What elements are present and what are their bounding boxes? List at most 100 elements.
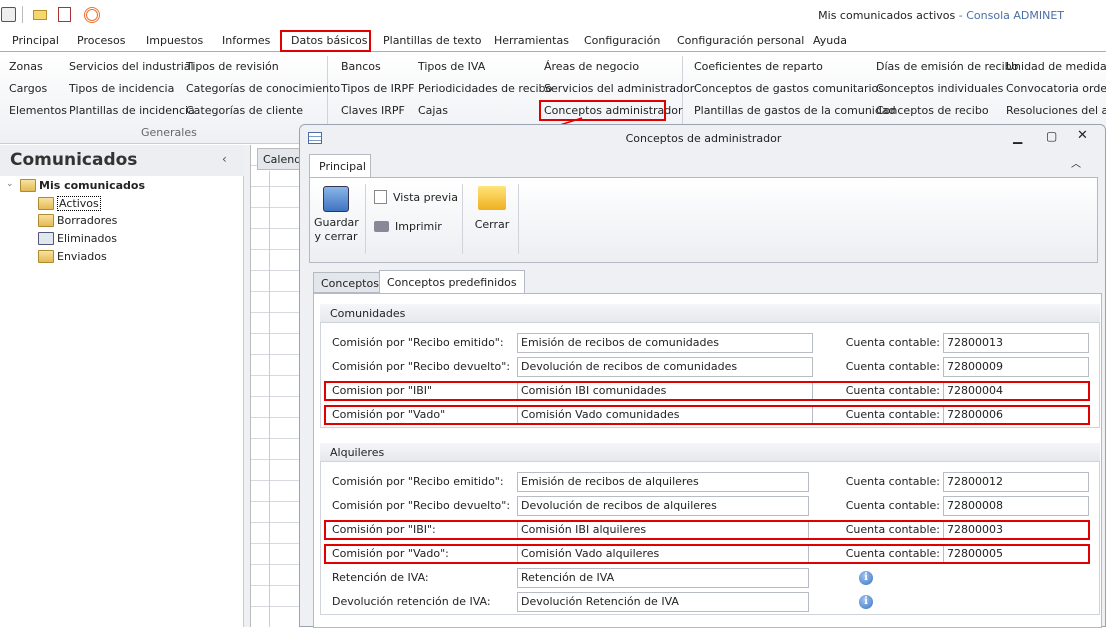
concept-input[interactable]: Emisión de recibos de alquileres	[517, 472, 809, 492]
printer-icon	[374, 221, 389, 232]
account-input[interactable]: 72800012	[943, 472, 1089, 492]
grid-column-line	[269, 171, 270, 627]
menu-ayuda[interactable]: Ayuda	[813, 33, 847, 49]
mail-folder-icon	[38, 197, 54, 210]
concept-input[interactable]: Emisión de recibos de comunidades	[517, 333, 813, 353]
concept-input[interactable]: Devolución Retención de IVA	[517, 592, 809, 612]
ribbon-item-col8-0[interactable]: Días de emisión de recibo	[876, 60, 1018, 73]
ribbon-item-col2-0[interactable]: Servicios del industrial	[69, 60, 194, 73]
ribbon-item-col2-1[interactable]: Tipos de incidencia	[69, 82, 174, 95]
ribbon-item-col6-1[interactable]: Servicios del administrador	[544, 82, 694, 95]
app-icon[interactable]	[1, 7, 16, 22]
preview-button[interactable]: Vista previa	[374, 190, 458, 204]
group-header-alquileres: Alquileres	[320, 443, 1100, 462]
collapse-icon[interactable]: ‹	[222, 152, 227, 166]
menu-configuracion[interactable]: Configuración	[584, 33, 660, 49]
ribbon-item-col3-1[interactable]: Categorías de conocimiento	[186, 82, 340, 95]
concept-input[interactable]: Devolución de recibos de comunidades	[517, 357, 813, 377]
ribbon-item-col9-1[interactable]: Convocatoria orden del día	[1006, 82, 1106, 95]
menu-herramientas[interactable]: Herramientas	[494, 33, 569, 49]
ribbon-item-col1-1[interactable]: Cargos	[9, 82, 47, 95]
close-dialog-button[interactable]: Cerrar	[470, 182, 514, 231]
ribbon-group-label: Generales	[141, 126, 197, 139]
tree-item-activos[interactable]: Activos	[38, 196, 101, 211]
ribbon-item-col1-2[interactable]: Elementos	[9, 104, 67, 117]
ribbon-item-col4-2[interactable]: Claves IRPF	[341, 104, 405, 117]
ribbon-item-col5-2[interactable]: Cajas	[418, 104, 448, 117]
account-input[interactable]: 72800009	[943, 357, 1089, 377]
highlight-datos-basicos	[280, 30, 371, 52]
ribbon-item-col3-0[interactable]: Tipos de revisión	[186, 60, 279, 73]
dialog-ribbon-tab[interactable]: Principal	[309, 154, 371, 178]
menu-informes[interactable]: Informes	[222, 33, 270, 49]
ribbon-item-col4-0[interactable]: Bancos	[341, 60, 381, 73]
highlight-row	[324, 520, 1090, 540]
folder-icon	[20, 179, 36, 192]
ribbon-item-col7-2[interactable]: Plantillas de gastos de la comunidad	[694, 104, 896, 117]
tree-root[interactable]: Mis comunicados	[20, 179, 145, 192]
ribbon-item-col2-2[interactable]: Plantillas de incidencia	[69, 104, 195, 117]
menu-plantillas-texto[interactable]: Plantillas de texto	[383, 33, 482, 49]
ribbon-item-col8-1[interactable]: Conceptos individuales	[876, 82, 1003, 95]
info-icon[interactable]: i	[859, 571, 873, 585]
highlight-row	[324, 544, 1090, 564]
tree-item-eliminados[interactable]: Eliminados	[38, 232, 117, 245]
concept-input[interactable]: Devolución de recibos de alquileres	[517, 496, 809, 516]
ribbon-item-col9-0[interactable]: Unidad de medida	[1006, 60, 1106, 73]
mail-icon[interactable]	[33, 10, 47, 20]
broadcast-icon[interactable]	[84, 7, 100, 23]
field-label: Devolución retención de IVA:	[332, 595, 491, 608]
menu-bar: Principal Procesos Impuestos Informes Da…	[0, 30, 1106, 52]
ribbon-item-col3-2[interactable]: Categorías de cliente	[186, 104, 303, 117]
field-label: Comisión por "Recibo emitido":	[332, 336, 504, 349]
ribbon-item-col5-1[interactable]: Periodicidades de recibo	[418, 82, 552, 95]
floppy-disk-icon	[323, 186, 349, 212]
account-label: Cuenta contable:	[845, 499, 940, 512]
expand-chevron-icon[interactable]: ⌄	[6, 179, 14, 189]
menu-principal[interactable]: Principal	[12, 33, 59, 49]
account-label: Cuenta contable:	[845, 475, 940, 488]
ribbon-item-col8-2[interactable]: Conceptos de recibo	[876, 104, 989, 117]
tab-conceptos[interactable]: Conceptos	[313, 272, 387, 293]
ribbon-item-col1-0[interactable]: Zonas	[9, 60, 43, 73]
highlight-row	[324, 405, 1090, 425]
dialog-title: Conceptos de administrador	[625, 132, 782, 145]
minimize-button[interactable]: ▁	[1013, 130, 1022, 144]
close-button[interactable]: ✕	[1077, 128, 1088, 143]
maximize-button[interactable]: ▢	[1046, 129, 1057, 143]
quick-access-bar	[0, 4, 120, 26]
field-label: Comisión por "Recibo devuelto":	[332, 499, 511, 512]
ribbon-item-col7-0[interactable]: Coeficientes de reparto	[694, 60, 823, 73]
field-label: Retención de IVA:	[332, 571, 429, 584]
account-input[interactable]: 72800013	[943, 333, 1089, 353]
ribbon-item-col4-1[interactable]: Tipos de IRPF	[341, 82, 414, 95]
recycle-bin-icon	[38, 232, 54, 245]
concept-input[interactable]: Retención de IVA	[517, 568, 809, 588]
save-close-button[interactable]: Guardar y cerrar	[314, 182, 359, 256]
ribbon-item-col5-0[interactable]: Tipos de IVA	[418, 60, 485, 73]
ribbon-item-col7-1[interactable]: Conceptos de gastos comunitarios	[694, 82, 884, 95]
tree-item-borradores[interactable]: Borradores	[38, 214, 117, 227]
info-icon[interactable]: i	[859, 595, 873, 609]
menu-impuestos[interactable]: Impuestos	[146, 33, 203, 49]
ribbon-item-col6-0[interactable]: Áreas de negocio	[544, 60, 639, 73]
separator	[365, 184, 366, 254]
ribbon-item-col9-2[interactable]: Resoluciones del acta	[1006, 104, 1106, 117]
calendar-area: Calendario	[250, 145, 301, 627]
separator	[462, 184, 463, 254]
account-label: Cuenta contable:	[845, 336, 940, 349]
group-header-comunidades: Comunidades	[320, 304, 1100, 323]
tasks-icon[interactable]	[58, 7, 71, 22]
field-label: Comisión por "Recibo emitido":	[332, 475, 504, 488]
tab-calendario[interactable]: Calendario	[257, 148, 301, 170]
print-button[interactable]: Imprimir	[374, 220, 442, 233]
left-panel: Comunicados ‹ ⌄ Mis comunicados Activos …	[0, 145, 244, 627]
ribbon-collapse-icon[interactable]: ︿	[1071, 155, 1081, 170]
menu-procesos[interactable]: Procesos	[77, 33, 125, 49]
account-input[interactable]: 72800008	[943, 496, 1089, 516]
tab-conceptos-predefinidos[interactable]: Conceptos predefinidos	[379, 270, 525, 294]
magnifier-icon	[374, 190, 387, 204]
highlight-row	[324, 381, 1090, 401]
menu-configuracion-personal[interactable]: Configuración personal	[677, 33, 804, 49]
tree-item-enviados[interactable]: Enviados	[38, 250, 107, 263]
